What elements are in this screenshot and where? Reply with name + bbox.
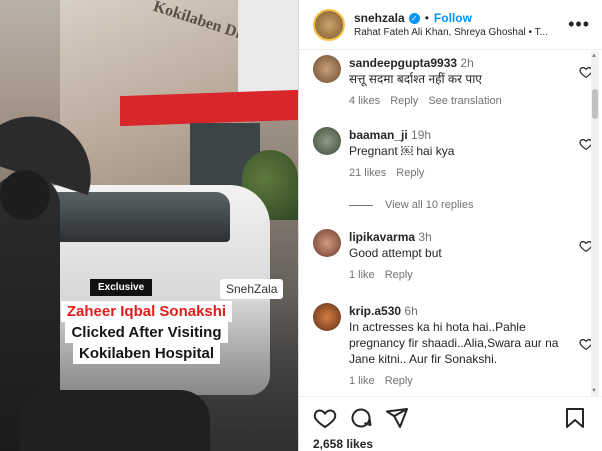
instagram-post-view: Kokilaben Dhirubhai Exclusive SnehZala Z… — [0, 0, 602, 451]
helmet — [0, 170, 50, 220]
header-info: snehzala ✓ • Follow Rahat Fateh Ali Khan… — [354, 11, 560, 38]
comment-icon[interactable] — [349, 406, 373, 430]
avatar[interactable] — [313, 303, 341, 331]
comment-item: sandeepgupta9933 2h सत्तू सदमा बर्दाश्त … — [313, 55, 593, 107]
post-actions: 2,658 likes — [299, 396, 602, 451]
reply-button[interactable]: Reply — [385, 375, 413, 387]
username[interactable]: snehzala — [354, 11, 405, 25]
avatar[interactable] — [313, 55, 341, 83]
comment-username[interactable]: sandeepgupta9933 — [349, 56, 457, 70]
comment-text: In actresses ka hi hota hai..Pahle pregn… — [349, 320, 559, 366]
likes-count[interactable]: 2,658 likes — [313, 437, 373, 451]
comments-list: sandeepgupta9933 2h सत्तू सदमा बर्दाश्त … — [299, 51, 602, 396]
scroll-down-icon[interactable]: ▼ — [591, 388, 597, 394]
motorbike — [20, 390, 210, 451]
avatar[interactable] — [313, 8, 345, 41]
headline-line-2: Clicked After Visiting — [65, 322, 228, 343]
view-replies-label: View all 10 replies — [385, 199, 474, 211]
comment-text: सत्तू सदमा बर्दाश्त नहीं कर पाए — [349, 72, 482, 86]
share-icon[interactable] — [385, 406, 409, 430]
verified-icon: ✓ — [408, 12, 420, 24]
reply-button[interactable]: Reply — [385, 269, 413, 281]
hospital-awning — [120, 89, 298, 127]
scrollbar-thumb[interactable] — [592, 89, 598, 119]
comment-time: 19h — [411, 128, 432, 142]
comment-likes[interactable]: 4 likes — [349, 95, 380, 107]
post-panel: snehzala ✓ • Follow Rahat Fateh Ali Khan… — [298, 0, 602, 451]
comment-likes[interactable]: 1 like — [349, 375, 375, 387]
comment-item: baaman_ji 19h Pregnant ￼ hai kya 21 like… — [313, 127, 593, 179]
comment-text: Pregnant ￼ hai kya — [349, 144, 455, 158]
car-windshield — [45, 192, 230, 242]
separator-dot: • — [424, 11, 429, 25]
headline-line-1: Zaheer Iqbal Sonakshi — [60, 301, 233, 322]
scroll-up-icon[interactable]: ▲ — [591, 53, 597, 59]
avatar[interactable] — [313, 127, 341, 155]
comment-time: 3h — [418, 230, 432, 244]
watermark: SnehZala — [220, 279, 284, 299]
comment-item: lipikavarma 3h Good attempt but 1 like Re… — [313, 229, 593, 281]
view-replies-button[interactable]: View all 10 replies — [349, 199, 473, 211]
comment-username[interactable]: baaman_ji — [349, 128, 408, 142]
comment-username[interactable]: krip.a530 — [349, 304, 401, 318]
reply-button[interactable]: Reply — [396, 167, 424, 179]
heart-icon[interactable] — [313, 406, 337, 430]
reply-button[interactable]: Reply — [390, 95, 418, 107]
comment-time: 2h — [460, 56, 474, 70]
headline-line-3: Kokilaben Hospital — [72, 343, 221, 364]
comment-likes[interactable]: 1 like — [349, 269, 375, 281]
comment-username[interactable]: lipikavarma — [349, 230, 415, 244]
bookmark-icon[interactable] — [563, 406, 587, 430]
audio-link[interactable]: Rahat Fateh Ali Khan, Shreya Ghoshal • T… — [354, 27, 560, 38]
more-horizontal-icon[interactable]: ••• — [568, 14, 590, 35]
comment-likes[interactable]: 21 likes — [349, 167, 386, 179]
exclusive-badge: Exclusive — [90, 279, 153, 296]
avatar[interactable] — [313, 229, 341, 257]
post-header: snehzala ✓ • Follow Rahat Fateh Ali Khan… — [299, 0, 602, 50]
video-headline: Zaheer Iqbal Sonakshi Clicked After Visi… — [50, 301, 243, 364]
comment-time: 6h — [404, 304, 418, 318]
comment-item: krip.a530 6h In actresses ka hi hota hai… — [313, 303, 593, 387]
follow-button[interactable]: Follow — [434, 11, 472, 25]
scrollbar[interactable]: ▲ ▼ — [591, 51, 599, 396]
comment-text: Good attempt but — [349, 246, 442, 260]
divider — [349, 204, 373, 206]
post-video[interactable]: Kokilaben Dhirubhai Exclusive SnehZala Z… — [0, 0, 298, 451]
see-translation-link[interactable]: See translation — [428, 95, 501, 107]
